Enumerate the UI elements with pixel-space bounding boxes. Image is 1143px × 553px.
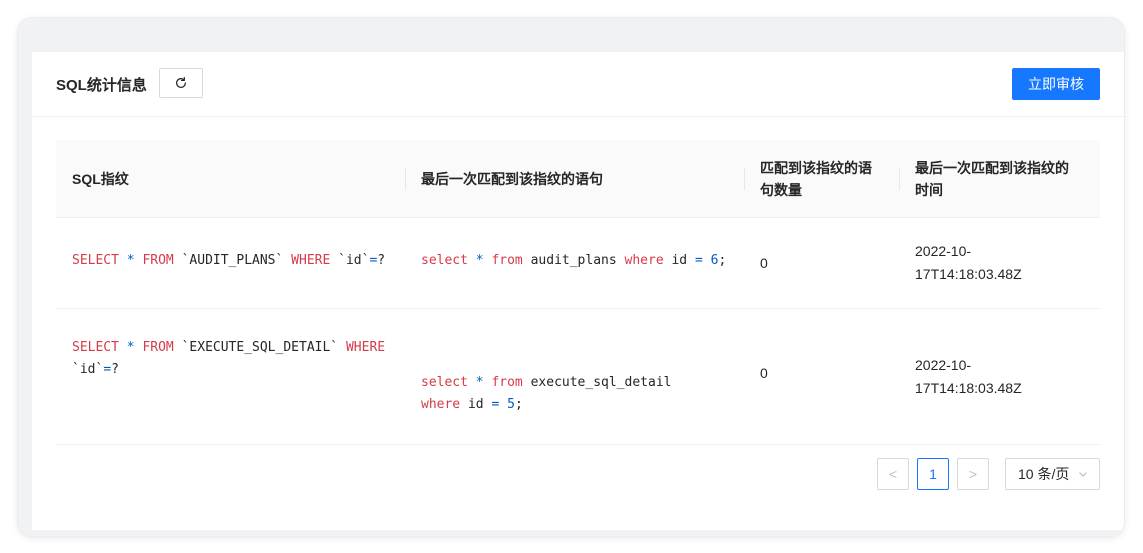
fingerprint-cell: SELECT * FROM `AUDIT_PLANS` WHERE `id`=?: [56, 218, 405, 308]
next-page-button[interactable]: >: [957, 458, 989, 490]
page-size-label: 10 条/页: [1018, 466, 1070, 482]
layout-footer-strip: [18, 530, 1124, 536]
match-count: 0: [760, 365, 768, 381]
layout-gutter: [18, 18, 32, 536]
table-row: SELECT * FROM `EXECUTE_SQL_DETAIL` WHERE…: [56, 309, 1100, 445]
column-separator: [744, 168, 745, 190]
match-time: 2022-10-17T14:18:03.48Z: [915, 243, 1022, 282]
match-count: 0: [760, 254, 768, 271]
audit-now-button[interactable]: 立即审核: [1012, 68, 1100, 100]
column-separator: [899, 168, 900, 190]
refresh-icon: [176, 76, 186, 88]
column-header-fingerprint: SQL指纹: [56, 140, 405, 217]
count-cell: 0: [744, 309, 899, 444]
column-header-last-time: 最后一次匹配到该指纹的时间: [899, 140, 1098, 217]
time-cell: 2022-10-17T14:18:03.48Z: [899, 309, 1098, 444]
column-separator: [405, 168, 406, 190]
sql-fingerprint: SELECT * FROM `AUDIT_PLANS` WHERE `id`=?: [72, 253, 386, 268]
table-row: SELECT * FROM `AUDIT_PLANS` WHERE `id`=?…: [56, 218, 1100, 309]
column-header-label: 匹配到该指纹的语句数量: [760, 159, 872, 198]
sql-fingerprint-table: SQL指纹 最后一次匹配到该指纹的语句 匹配到该指纹的语句数量 最后一次匹配到该…: [56, 140, 1100, 445]
prev-page-button[interactable]: <: [877, 458, 909, 490]
column-header-label: 最后一次匹配到该指纹的语句: [421, 170, 603, 187]
column-header-count: 匹配到该指纹的语句数量: [744, 140, 899, 217]
sql-statement: select * from execute_sql_detail where i…: [421, 374, 672, 412]
fingerprint-cell: SELECT * FROM `EXECUTE_SQL_DETAIL` WHERE…: [56, 309, 405, 444]
table-header: SQL指纹 最后一次匹配到该指纹的语句 匹配到该指纹的语句数量 最后一次匹配到该…: [56, 140, 1100, 218]
time-cell: 2022-10-17T14:18:03.48Z: [899, 218, 1098, 308]
sql-fingerprint: SELECT * FROM `EXECUTE_SQL_DETAIL` WHERE…: [72, 339, 386, 377]
chevron-down-icon: [1079, 472, 1087, 477]
app-window: SQL统计信息 立即审核 SQL指纹 最后一次匹配到该指纹的语句 匹配到该指纹的…: [18, 18, 1124, 536]
sql-statistics-card: SQL统计信息 立即审核 SQL指纹 最后一次匹配到该指纹的语句 匹配到该指纹的…: [32, 52, 1124, 530]
column-header-last-statement: 最后一次匹配到该指纹的语句: [405, 140, 744, 217]
column-header-label: 最后一次匹配到该指纹的时间: [915, 159, 1069, 198]
match-time: 2022-10-17T14:18:03.48Z: [915, 356, 1022, 396]
column-header-label: SQL指纹: [72, 170, 129, 187]
page-size-select[interactable]: 10 条/页: [1005, 458, 1100, 490]
refresh-button[interactable]: [159, 68, 203, 98]
statement-cell: select * from audit_plans where id = 6;: [405, 218, 744, 308]
card-title: SQL统计信息: [56, 77, 147, 94]
pagination: < 1 > 10 条/页: [877, 458, 1100, 490]
count-cell: 0: [744, 218, 899, 308]
statement-cell: select * from execute_sql_detail where i…: [405, 309, 744, 444]
sql-statement: select * from audit_plans where id = 6;: [421, 253, 727, 268]
top-bar: [18, 18, 1124, 52]
card-header: SQL统计信息 立即审核: [32, 52, 1124, 117]
page-number-button[interactable]: 1: [917, 458, 949, 490]
